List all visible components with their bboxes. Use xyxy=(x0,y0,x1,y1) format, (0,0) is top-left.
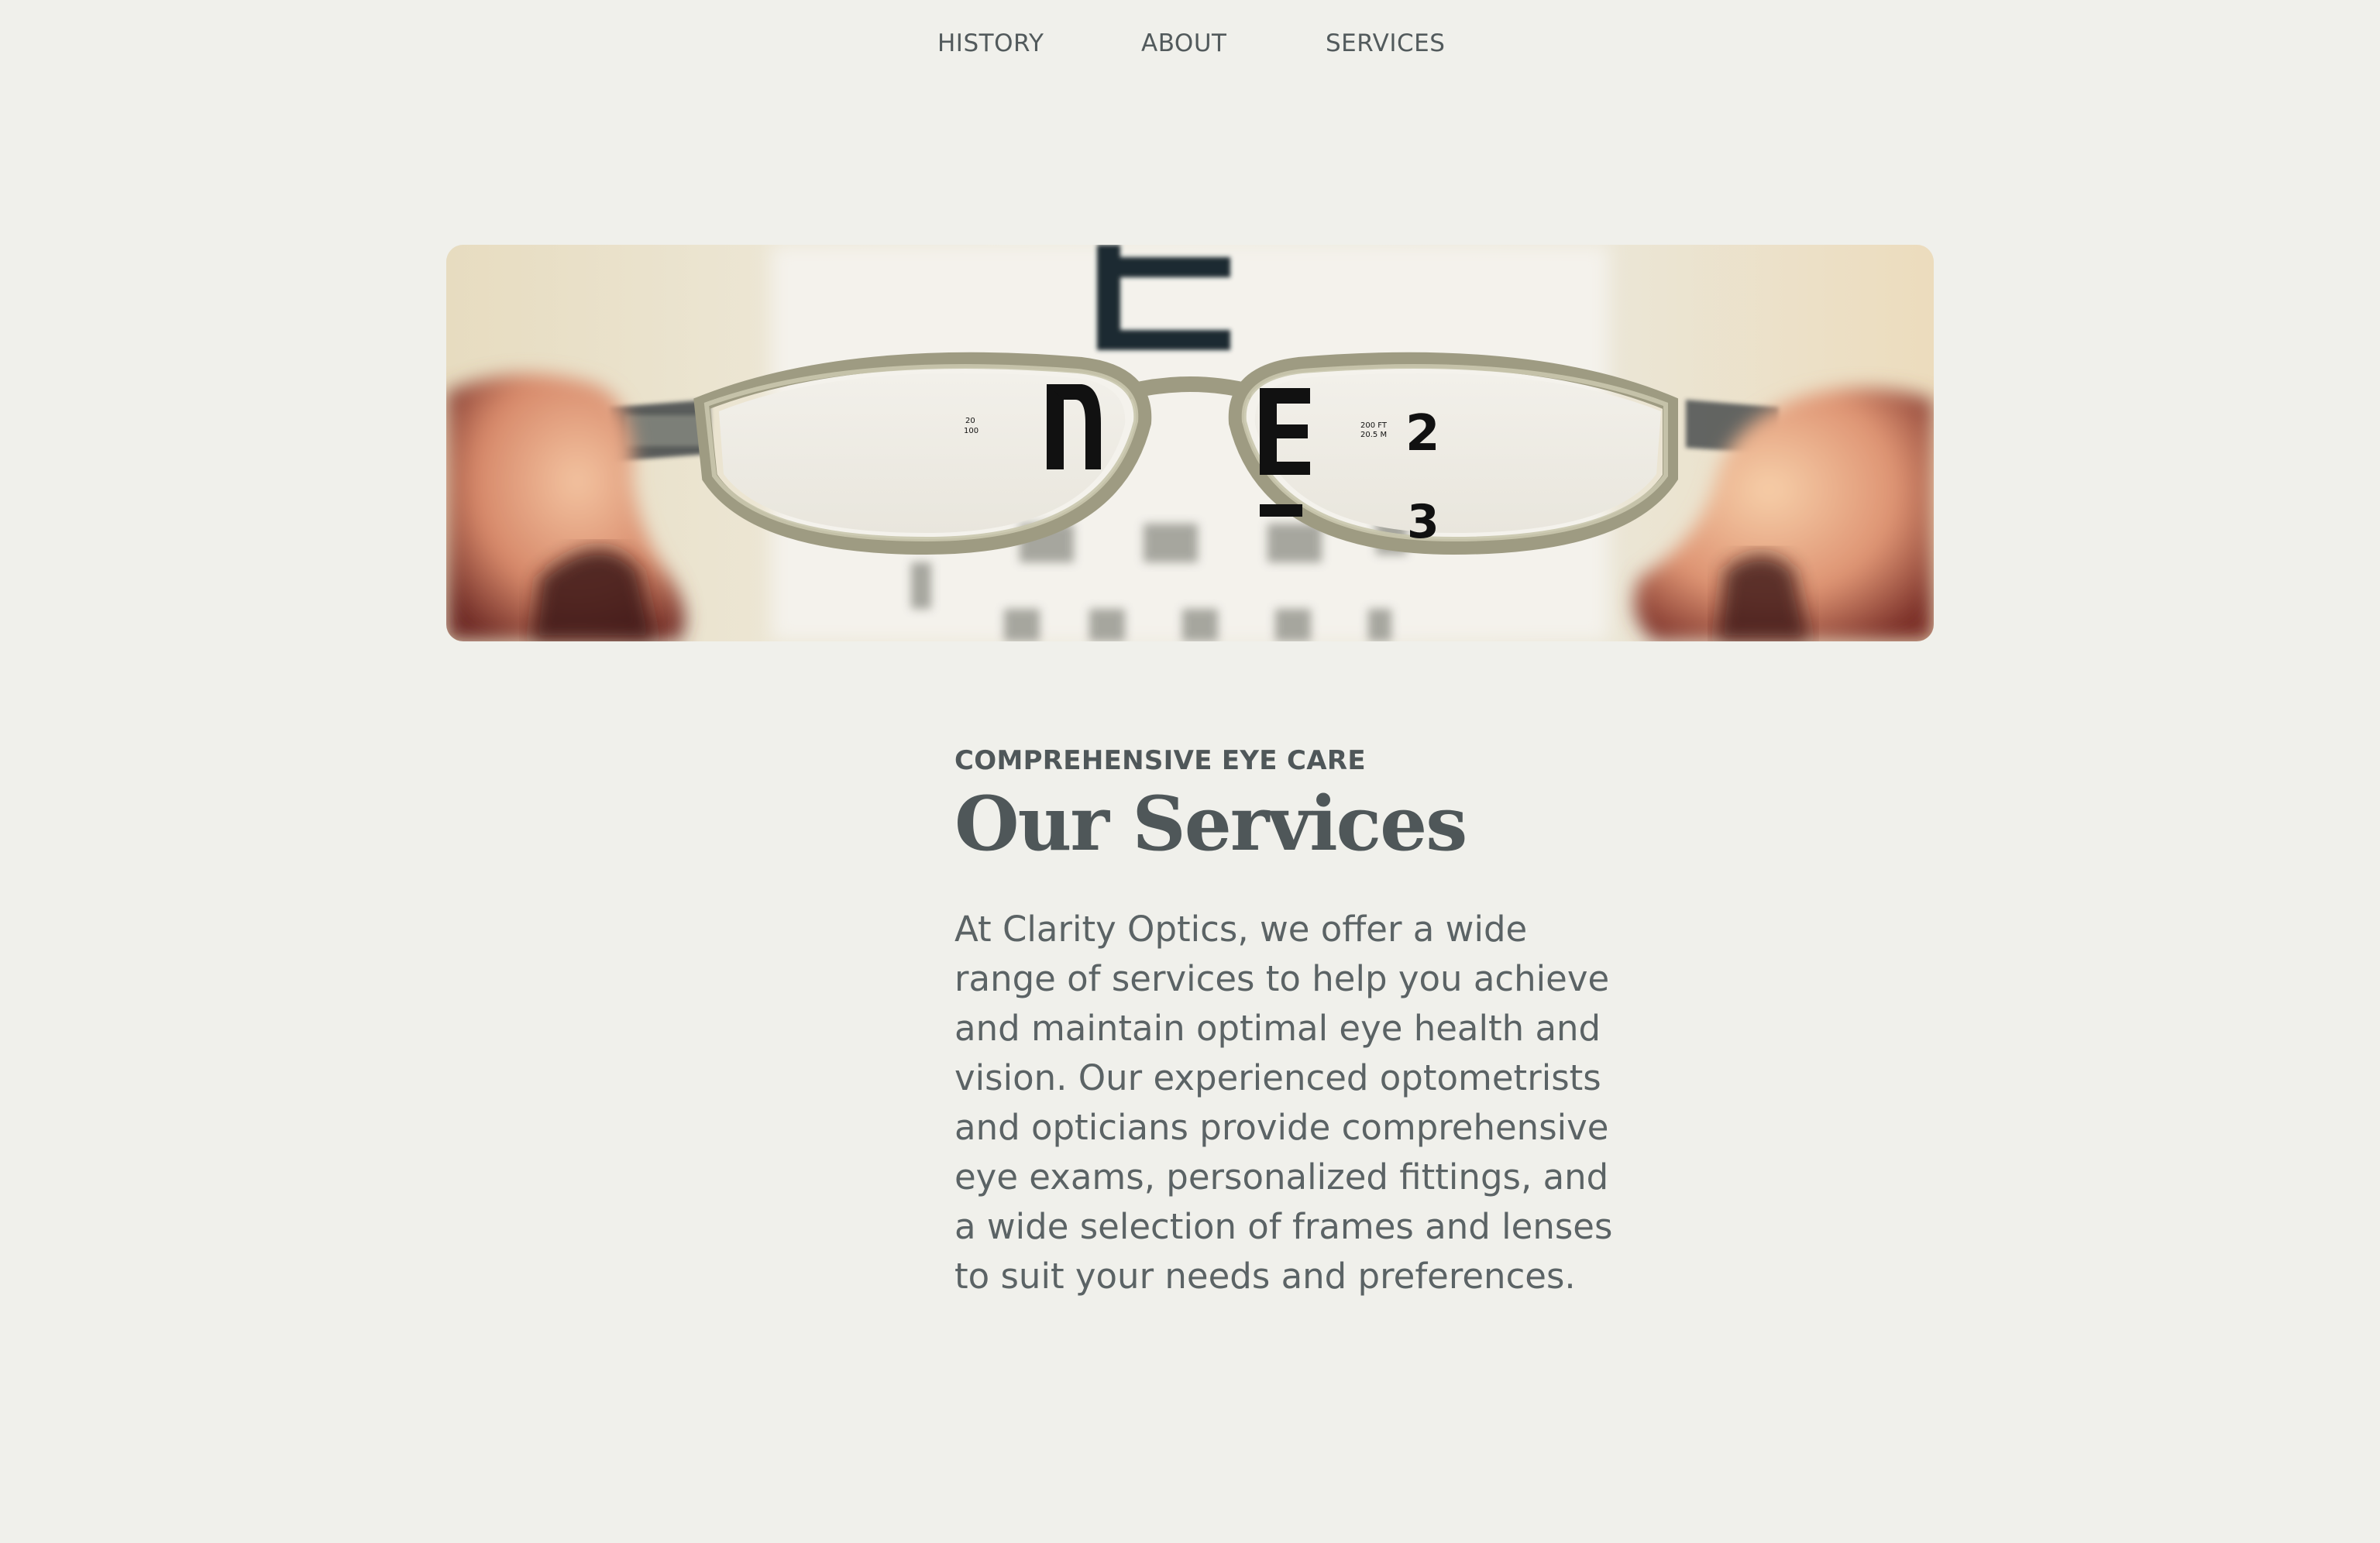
hero-image: 2 3 20 100 200 FT 20.5 M xyxy=(446,245,1934,641)
nav-link-about[interactable]: ABOUT xyxy=(1141,29,1226,57)
services-section: COMPREHENSIVE EYE CARE Our Services At C… xyxy=(954,744,1636,1301)
svg-text:100: 100 xyxy=(964,427,978,435)
section-eyebrow: COMPREHENSIVE EYE CARE xyxy=(954,745,1366,776)
main-nav: HISTORY ABOUT SERVICES xyxy=(0,29,2380,68)
section-description: At Clarity Optics, we offer a wide range… xyxy=(954,909,1613,1297)
svg-text:200 FT: 200 FT xyxy=(1360,421,1388,430)
eyeglasses-photo: 2 3 20 100 200 FT 20.5 M xyxy=(446,245,1934,641)
section-title: Our Services xyxy=(954,780,1467,868)
svg-text:20.5 M: 20.5 M xyxy=(1360,431,1387,439)
svg-text:3: 3 xyxy=(1407,495,1439,549)
svg-text:20: 20 xyxy=(965,417,975,425)
nav-link-services[interactable]: SERVICES xyxy=(1326,29,1445,57)
nav-link-history[interactable]: HISTORY xyxy=(937,29,1044,57)
svg-text:2: 2 xyxy=(1405,405,1440,462)
